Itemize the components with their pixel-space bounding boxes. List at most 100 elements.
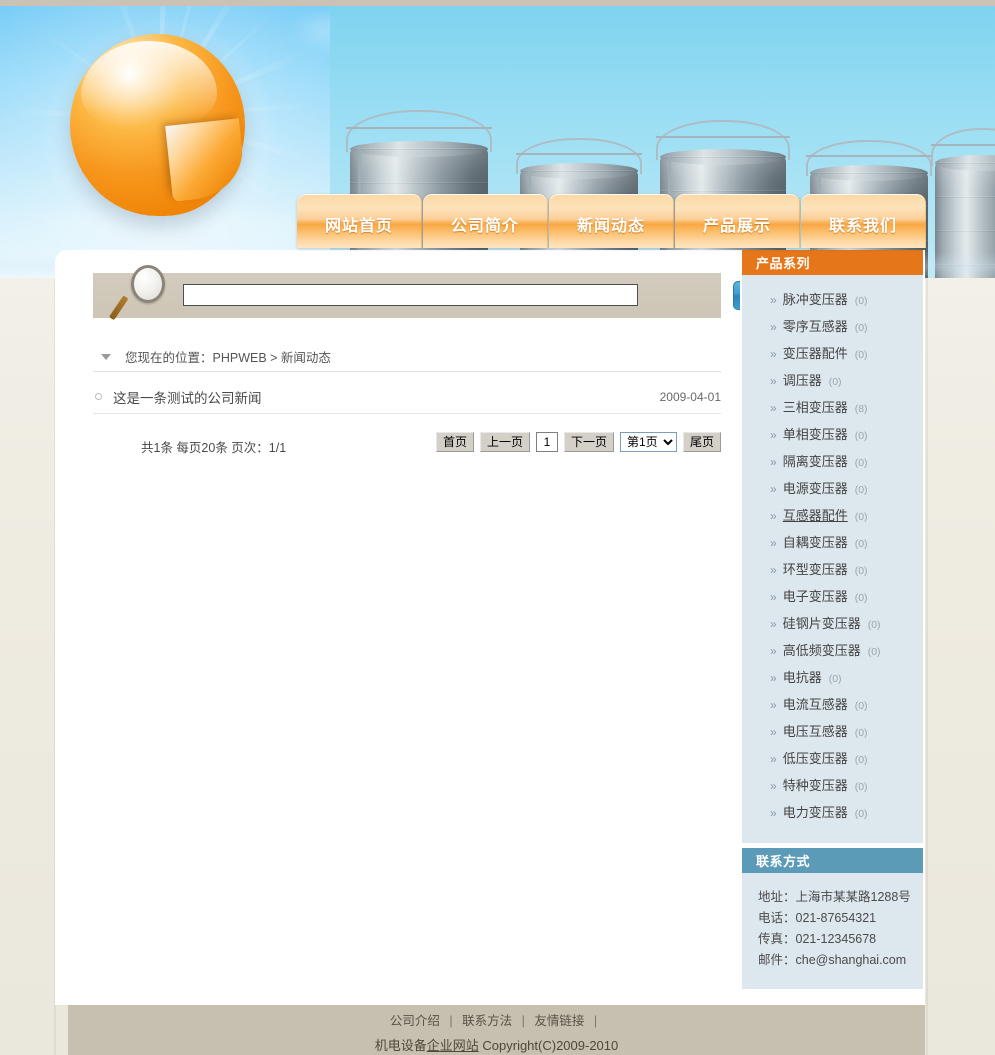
sidebar-item-power-transformer[interactable]: » 电力变压器 (0)	[742, 802, 923, 829]
double-chevron-right-icon: »	[770, 806, 777, 820]
product-count: (0)	[854, 349, 868, 361]
sidebar-item-autotransformer[interactable]: » 自耦变压器 (0)	[742, 532, 923, 559]
product-name: 电子变压器	[782, 589, 848, 604]
main-navigation: 网站首页 公司简介 新闻动态 产品展示 联系我们	[297, 194, 926, 248]
products-section-title: 产品系列	[756, 256, 811, 271]
search-bar: Search	[93, 265, 809, 321]
double-chevron-right-icon: »	[770, 401, 777, 415]
product-name: 电抗器	[782, 670, 822, 685]
product-count: (0)	[867, 619, 881, 631]
product-count: (0)	[854, 754, 868, 766]
page-select-dropdown[interactable]: 第1页	[619, 432, 677, 452]
sidebar-item-reactor[interactable]: » 电抗器 (0)	[742, 667, 923, 694]
search-input[interactable]	[183, 284, 638, 306]
nav-tab-contact[interactable]: 联系我们	[801, 194, 926, 248]
contact-address: 地址：上海市某某路1288号	[758, 890, 911, 904]
sidebar-item-three-phase-transformer[interactable]: » 三相变压器 (8)	[742, 397, 923, 424]
nav-tab-news[interactable]: 新闻动态	[549, 194, 674, 248]
page-root: 网站首页 公司简介 新闻动态 产品展示 联系我们 Search	[0, 0, 995, 1055]
footer-separator: |	[449, 1014, 453, 1028]
product-count: (0)	[854, 430, 868, 442]
product-name: 特种变压器	[782, 778, 848, 793]
content-panel: Search 您现在的位置：PHPWEB > 新闻动态 这是一条测试的公司新闻 …	[55, 250, 925, 1005]
product-name: 三相变压器	[782, 400, 848, 415]
double-chevron-right-icon: »	[770, 617, 777, 631]
double-chevron-right-icon: »	[770, 671, 777, 685]
nav-tab-label: 公司简介	[450, 218, 519, 235]
site-logo-icon[interactable]	[70, 34, 247, 216]
double-chevron-right-icon: »	[770, 563, 777, 577]
sidebar-item-voltage-transformer[interactable]: » 电压互感器 (0)	[742, 721, 923, 748]
sidebar-item-electronic-transformer[interactable]: » 电子变压器 (0)	[742, 586, 923, 613]
product-name: 硅钢片变压器	[782, 616, 861, 631]
product-count: (0)	[854, 700, 868, 712]
product-count: (0)	[854, 592, 868, 604]
sidebar-item-silicon-steel-transformer[interactable]: » 硅钢片变压器 (0)	[742, 613, 923, 640]
contact-details: 地址：上海市某某路1288号 电话：021-87654321 传真：021-12…	[742, 873, 923, 989]
product-name: 变压器配件	[782, 346, 848, 361]
news-title[interactable]: 这是一条测试的公司新闻	[113, 387, 660, 407]
product-name: 零序互感器	[782, 319, 848, 334]
contact-email: 邮件：che@shanghai.com	[758, 953, 907, 967]
sidebar-item-special-transformer[interactable]: » 特种变压器 (0)	[742, 775, 923, 802]
products-list: » 脉冲变压器 (0) » 零序互感器 (0) » 变压器配件 (0) » 调压…	[742, 275, 923, 843]
sidebar-item-toroidal-transformer[interactable]: » 环型变压器 (0)	[742, 559, 923, 586]
nav-tab-home[interactable]: 网站首页	[297, 194, 422, 248]
nav-tab-company-profile[interactable]: 公司简介	[423, 194, 548, 248]
product-count: (0)	[854, 295, 868, 307]
bullet-icon	[95, 393, 102, 400]
sidebar-item-high-low-freq-transformer[interactable]: » 高低频变压器 (0)	[742, 640, 923, 667]
footer-link-company-intro[interactable]: 公司介绍	[390, 1014, 440, 1028]
footer-link-friendly-links[interactable]: 友情链接	[534, 1014, 584, 1028]
footer-links: 公司介绍 | 联系方法 | 友情链接 |	[68, 1010, 925, 1029]
breadcrumb: 您现在的位置：PHPWEB > 新闻动态	[93, 342, 721, 372]
product-name: 互感器配件	[782, 508, 848, 523]
last-page-button[interactable]: 尾页	[682, 432, 721, 452]
double-chevron-right-icon: »	[770, 698, 777, 712]
prev-page-button[interactable]: 上一页	[479, 432, 530, 452]
product-count: (0)	[867, 646, 881, 658]
product-name: 隔离变压器	[782, 454, 848, 469]
sidebar-item-ct-accessories[interactable]: » 互感器配件 (0)	[742, 505, 923, 532]
footer-copy-link[interactable]: 企业网站	[427, 1038, 479, 1053]
sidebar-item-zero-sequence-ct[interactable]: » 零序互感器 (0)	[742, 316, 923, 343]
sidebar-item-single-phase-transformer[interactable]: » 单相变压器 (0)	[742, 424, 923, 451]
double-chevron-right-icon: »	[770, 482, 777, 496]
double-chevron-right-icon: »	[770, 536, 777, 550]
news-list-item[interactable]: 这是一条测试的公司新闻 2009-04-01	[93, 380, 721, 414]
product-count: (0)	[828, 376, 842, 388]
double-chevron-right-icon: »	[770, 590, 777, 604]
contact-section-title: 联系方式	[756, 854, 811, 869]
double-chevron-right-icon: »	[770, 644, 777, 658]
products-block: 产品系列 » 脉冲变压器 (0) » 零序互感器 (0) » 变压器配件 (0)…	[742, 250, 923, 843]
double-chevron-right-icon: »	[770, 509, 777, 523]
product-count: (0)	[854, 457, 868, 469]
sidebar-item-power-supply-transformer[interactable]: » 电源变压器 (0)	[742, 478, 923, 505]
sidebar-item-voltage-regulator[interactable]: » 调压器 (0)	[742, 370, 923, 397]
magnifier-handle	[108, 295, 129, 321]
pagination: 共1条 每页20条 页次：1/1 首页 上一页 1 下一页 第1页 尾页	[93, 432, 721, 460]
footer-copyright: 机电设备企业网站 Copyright(C)2009-2010	[68, 1035, 925, 1054]
sidebar-item-isolation-transformer[interactable]: » 隔离变压器 (0)	[742, 451, 923, 478]
nav-tab-products[interactable]: 产品展示	[675, 194, 800, 248]
footer-separator: |	[521, 1014, 525, 1028]
magnifier-icon	[108, 261, 175, 323]
double-chevron-right-icon: »	[770, 293, 777, 307]
product-name: 电压互感器	[782, 724, 848, 739]
next-page-button[interactable]: 下一页	[563, 432, 614, 452]
footer-link-contact-method[interactable]: 联系方法	[462, 1014, 512, 1028]
product-name: 脉冲变压器	[782, 292, 848, 307]
sidebar-item-transformer-parts[interactable]: » 变压器配件 (0)	[742, 343, 923, 370]
double-chevron-right-icon: »	[770, 347, 777, 361]
sidebar-item-current-transformer[interactable]: » 电流互感器 (0)	[742, 694, 923, 721]
product-name: 电源变压器	[782, 481, 848, 496]
contact-phone: 电话：021-87654321	[758, 911, 877, 925]
current-page-indicator: 1	[535, 432, 558, 452]
nav-tab-label: 网站首页	[324, 218, 393, 235]
sidebar-item-pulse-transformer[interactable]: » 脉冲变压器 (0)	[742, 289, 923, 316]
pagination-controls: 首页 上一页 1 下一页 第1页 尾页	[435, 432, 721, 452]
product-count: (0)	[854, 808, 868, 820]
first-page-button[interactable]: 首页	[435, 432, 474, 452]
sidebar-item-low-voltage-transformer[interactable]: » 低压变压器 (0)	[742, 748, 923, 775]
product-count: (0)	[828, 673, 842, 685]
